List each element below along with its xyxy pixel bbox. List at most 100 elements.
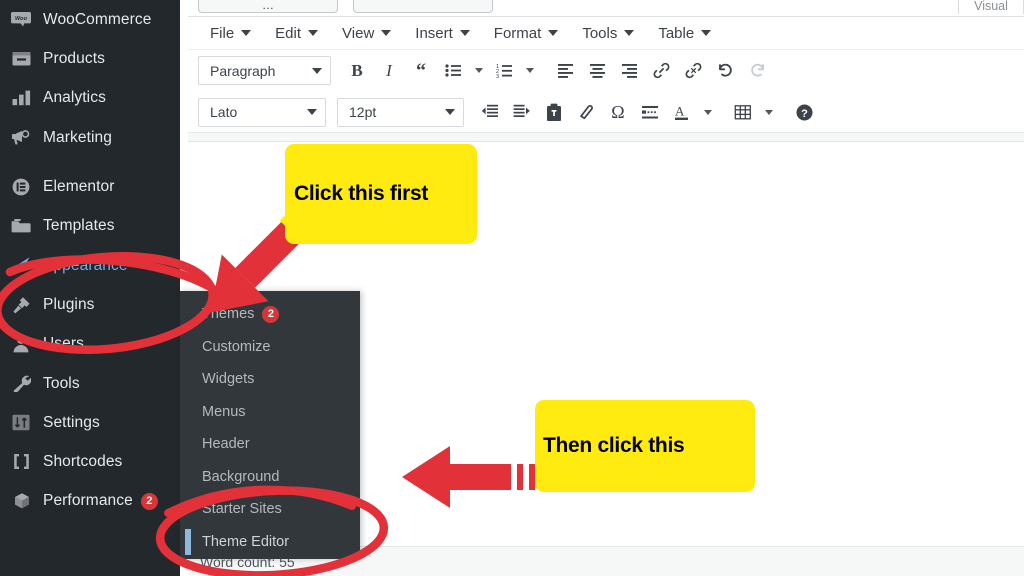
sidebar-item-settings[interactable]: Settings (0, 403, 180, 442)
menu-format-label: Format (493, 24, 542, 42)
templates-icon (8, 216, 34, 236)
callout-click-this-first: Click this first (285, 144, 477, 244)
sidebar-item-users[interactable]: Users (0, 324, 180, 363)
insert-read-more-icon[interactable] (635, 97, 665, 127)
callout-1-text: Click this first (294, 182, 429, 205)
plugins-icon (8, 295, 34, 315)
toolbar-divider (188, 133, 1024, 142)
submenu-item-label: Themes (202, 306, 255, 323)
sidebar-item-appearance[interactable]: Appearance (0, 246, 180, 285)
tab-visual[interactable]: Visual (958, 0, 1024, 14)
add-media-button[interactable]: … (198, 0, 338, 13)
sidebar-item-performance[interactable]: Performance 2 (0, 482, 180, 521)
font-size-value: 12pt (349, 104, 377, 120)
submenu-item-menus[interactable]: Menus (180, 396, 360, 429)
menu-view-label: View (342, 24, 375, 42)
sidebar-item-label: Templates (43, 217, 115, 235)
sidebar-item-plugins[interactable]: Plugins (0, 285, 180, 324)
format-select[interactable]: Paragraph (198, 56, 331, 85)
submenu-item-label: Theme Editor (202, 533, 290, 550)
bulleted-list-caret-icon[interactable] (470, 56, 487, 86)
insert-link-icon[interactable] (646, 56, 676, 86)
menu-insert-label: Insert (415, 24, 453, 42)
chevron-down-icon (312, 67, 322, 74)
align-left-icon[interactable] (550, 56, 580, 86)
submenu-item-theme-editor[interactable]: Theme Editor (180, 526, 360, 559)
remove-link-icon[interactable] (678, 56, 708, 86)
bulleted-list-icon[interactable] (438, 56, 468, 86)
chevron-down-icon (381, 30, 392, 36)
align-right-icon[interactable] (614, 56, 644, 86)
clear-formatting-icon[interactable] (571, 97, 601, 127)
menu-table[interactable]: Table (646, 19, 723, 47)
sidebar-item-label: Tools (43, 374, 80, 392)
sidebar-item-label: Settings (43, 413, 100, 431)
submenu-item-starter-sites[interactable]: Starter Sites (180, 493, 360, 526)
keyboard-shortcuts-icon[interactable]: ? (789, 97, 819, 127)
sidebar-item-label: Shortcodes (43, 453, 123, 471)
submenu-item-label: Customize (202, 338, 271, 355)
chevron-down-icon (701, 30, 712, 36)
sidebar-item-templates[interactable]: Templates (0, 206, 180, 245)
sidebar-item-products[interactable]: Products (0, 39, 180, 78)
wp-admin-sidebar: Woo WooCommerce Products Analytics Marke… (0, 0, 180, 576)
menu-insert[interactable]: Insert (403, 19, 482, 47)
sidebar-item-shortcodes[interactable]: Shortcodes (0, 442, 180, 481)
sidebar-item-marketing[interactable]: Marketing (0, 118, 180, 157)
chevron-down-icon (307, 109, 317, 115)
menu-tools[interactable]: Tools (570, 19, 646, 47)
submenu-item-background[interactable]: Background (180, 461, 360, 494)
font-family-select[interactable]: Lato (198, 97, 326, 127)
submenu-item-label: Background (202, 468, 280, 485)
align-center-icon[interactable] (582, 56, 612, 86)
menu-edit-label: Edit (275, 24, 302, 42)
numbered-list-icon[interactable]: 1 2 3 (489, 56, 519, 86)
submenu-item-themes[interactable]: Themes 2 (180, 298, 360, 331)
submenu-item-header[interactable]: Header (180, 428, 360, 461)
table-icon[interactable] (728, 97, 758, 127)
chevron-down-icon (241, 30, 252, 36)
sidebar-item-analytics[interactable]: Analytics (0, 79, 180, 118)
menu-table-label: Table (658, 24, 695, 42)
sidebar-item-woocommerce[interactable]: Woo WooCommerce (0, 0, 180, 39)
add-block-button[interactable] (353, 0, 493, 13)
chevron-down-icon (548, 30, 559, 36)
menu-format[interactable]: Format (482, 19, 571, 47)
submenu-item-label: Header (202, 436, 250, 453)
sidebar-item-tools[interactable]: Tools (0, 364, 180, 403)
submenu-item-customize[interactable]: Customize (180, 331, 360, 364)
sidebar-item-elementor[interactable]: Elementor (0, 167, 180, 206)
menu-file[interactable]: File (198, 19, 263, 47)
decrease-indent-icon[interactable] (475, 97, 505, 127)
sidebar-divider (0, 157, 180, 167)
svg-text:Woo: Woo (15, 16, 28, 22)
chevron-down-icon (445, 109, 455, 115)
menu-edit[interactable]: Edit (263, 19, 330, 47)
numbered-list-caret-icon[interactable] (521, 56, 538, 86)
italic-icon[interactable]: I (374, 56, 404, 86)
text-color-icon[interactable]: A (667, 97, 697, 127)
sidebar-item-label: Products (43, 50, 105, 68)
svg-text:A: A (675, 103, 685, 118)
sidebar-item-label: Appearance (43, 256, 128, 274)
editor-menubar: File Edit View Insert Format Tools Table (188, 16, 1024, 50)
table-caret-icon[interactable] (760, 97, 777, 127)
submenu-item-widgets[interactable]: Widgets (180, 363, 360, 396)
menu-view[interactable]: View (330, 19, 403, 47)
special-character-icon[interactable]: Ω (603, 97, 633, 127)
undo-icon[interactable] (710, 56, 740, 86)
increase-indent-icon[interactable] (507, 97, 537, 127)
paste-as-text-icon[interactable] (539, 97, 569, 127)
menu-file-label: File (210, 24, 235, 42)
elementor-icon (8, 177, 34, 197)
blockquote-icon[interactable]: “ (406, 56, 436, 86)
performance-icon (8, 491, 34, 511)
font-size-select[interactable]: 12pt (337, 97, 464, 127)
callout-2-text: Then click this (543, 434, 685, 457)
chevron-down-icon (459, 30, 470, 36)
woocommerce-icon: Woo (8, 10, 34, 30)
appearance-submenu: Themes 2 Customize Widgets Menus Header … (180, 291, 360, 559)
sidebar-item-label: Analytics (43, 89, 106, 107)
bold-icon[interactable]: B (342, 56, 372, 86)
text-color-caret-icon[interactable] (699, 97, 716, 127)
